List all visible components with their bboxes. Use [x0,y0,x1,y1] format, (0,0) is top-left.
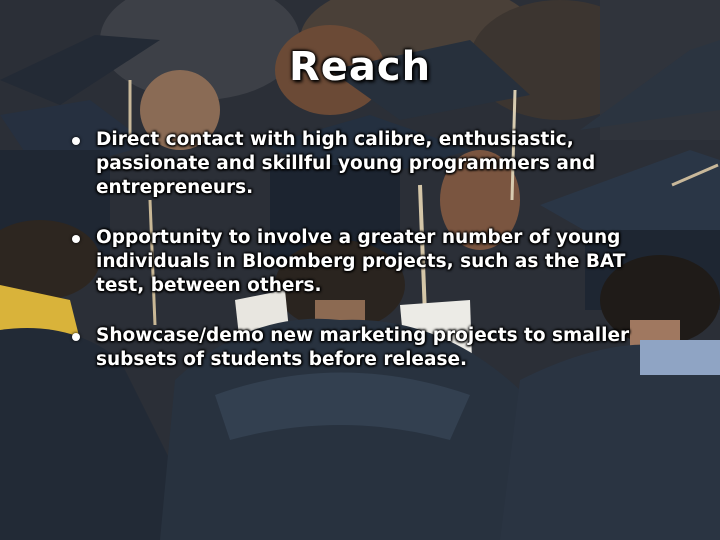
bullet-text: Direct contact with high calibre, enthus… [96,129,596,198]
bullet-text: Showcase/demo new marketing projects to … [96,325,630,370]
bullet-dot-icon [72,235,80,243]
bullet-dot-icon [72,137,80,145]
bullet-list: Direct contact with high calibre, enthus… [68,128,678,398]
bullet-item: Direct contact with high calibre, enthus… [68,128,678,200]
bullet-item: Opportunity to involve a greater number … [68,226,678,298]
bullet-dot-icon [72,333,80,341]
slide: Reach Direct contact with high calibre, … [0,0,720,540]
bullet-text: Opportunity to involve a greater number … [96,227,626,296]
bullet-item: Showcase/demo new marketing projects to … [68,324,678,372]
slide-title: Reach [288,44,432,90]
